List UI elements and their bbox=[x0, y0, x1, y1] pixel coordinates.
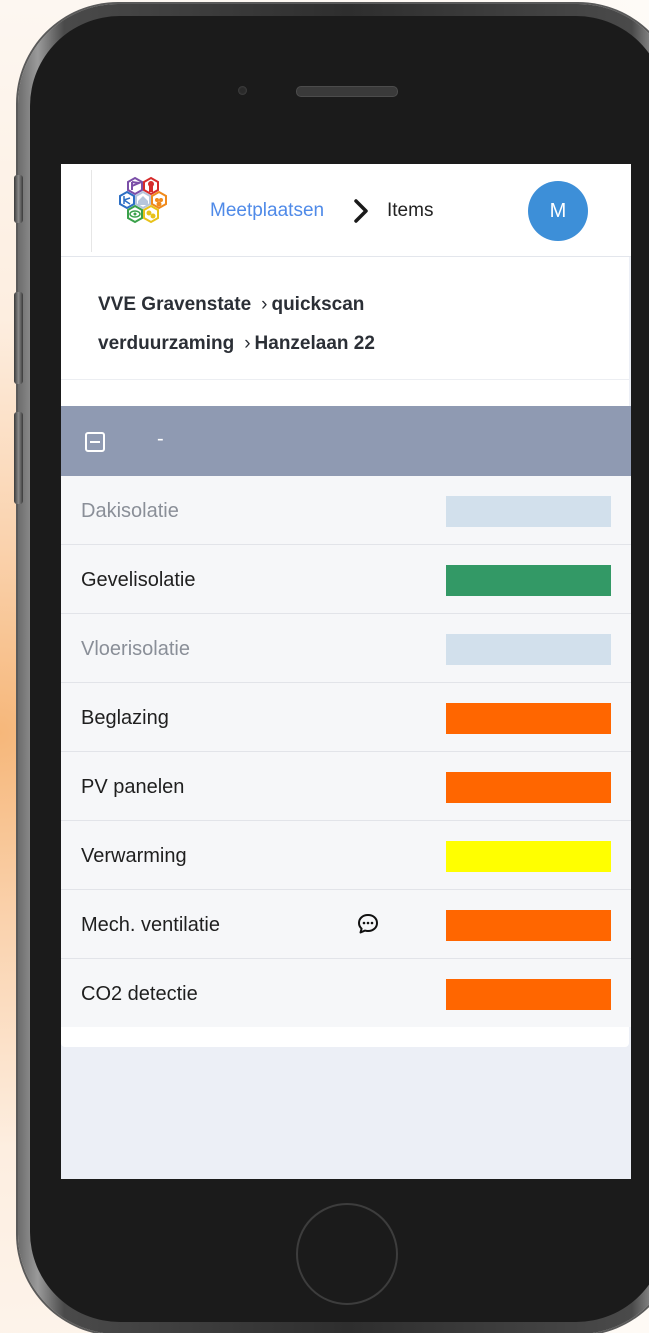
comment-icon[interactable] bbox=[356, 912, 380, 936]
path-chevron-icon: › bbox=[244, 333, 251, 354]
item-label: Verwarming bbox=[81, 845, 187, 867]
list-item[interactable]: PV panelen bbox=[61, 752, 631, 821]
list-item[interactable]: Dakisolatie bbox=[61, 476, 631, 545]
phone-home-button bbox=[296, 1203, 398, 1305]
path-chevron-icon: › bbox=[261, 294, 268, 315]
minus-square-icon[interactable] bbox=[85, 432, 105, 452]
status-indicator[interactable] bbox=[446, 565, 611, 596]
path-part-vve[interactable]: VVE Gravenstate bbox=[98, 294, 251, 315]
app-logo[interactable] bbox=[109, 174, 175, 242]
topbar-divider bbox=[91, 170, 92, 252]
status-indicator[interactable] bbox=[446, 841, 611, 872]
list-item[interactable]: Vloerisolatie bbox=[61, 614, 631, 683]
item-label: Gevelisolatie bbox=[81, 569, 196, 591]
status-indicator[interactable] bbox=[446, 910, 611, 941]
phone-volume-up-button bbox=[14, 292, 23, 384]
item-label: Beglazing bbox=[81, 707, 169, 729]
top-navigation-bar: Meetplaatsen Items M bbox=[61, 164, 631, 257]
item-label: PV panelen bbox=[81, 776, 185, 798]
phone-camera bbox=[238, 86, 247, 95]
item-label: Mech. ventilatie bbox=[81, 914, 220, 936]
list-item[interactable]: Beglazing bbox=[61, 683, 631, 752]
phone-speaker bbox=[296, 86, 398, 97]
breadcrumb-meetplaatsen-link[interactable]: Meetplaatsen bbox=[210, 200, 324, 222]
group-header[interactable]: - bbox=[61, 406, 631, 476]
measurement-items-list: Dakisolatie Gevelisolatie Vloerisolatie Beg… bbox=[61, 476, 631, 1027]
status-indicator[interactable] bbox=[446, 634, 611, 665]
card-divider bbox=[61, 379, 629, 380]
status-indicator[interactable] bbox=[446, 772, 611, 803]
status-indicator[interactable] bbox=[446, 703, 611, 734]
breadcrumb-current: Items bbox=[387, 200, 434, 221]
user-avatar[interactable]: M bbox=[528, 181, 588, 241]
list-item[interactable]: Mech. ventilatie bbox=[61, 890, 631, 959]
list-item[interactable]: CO2 detectie bbox=[61, 959, 631, 1027]
app-screen: Meetplaatsen Items M VVE Gravenstate › qui… bbox=[61, 164, 631, 1179]
group-label: - bbox=[157, 428, 164, 450]
list-item[interactable]: Gevelisolatie bbox=[61, 545, 631, 614]
location-path: VVE Gravenstate › quickscan verduurzaming ›… bbox=[98, 285, 578, 363]
status-indicator[interactable] bbox=[446, 496, 611, 527]
phone-mute-switch bbox=[14, 175, 23, 223]
phone-volume-down-button bbox=[14, 412, 23, 504]
item-label: CO2 detectie bbox=[81, 983, 198, 1005]
chevron-right-icon bbox=[354, 199, 368, 223]
status-indicator[interactable] bbox=[446, 979, 611, 1010]
path-part-address: Hanzelaan 22 bbox=[254, 333, 375, 354]
item-label: Dakisolatie bbox=[81, 500, 179, 522]
item-label: Vloerisolatie bbox=[81, 638, 190, 660]
list-item[interactable]: Verwarming bbox=[61, 821, 631, 890]
